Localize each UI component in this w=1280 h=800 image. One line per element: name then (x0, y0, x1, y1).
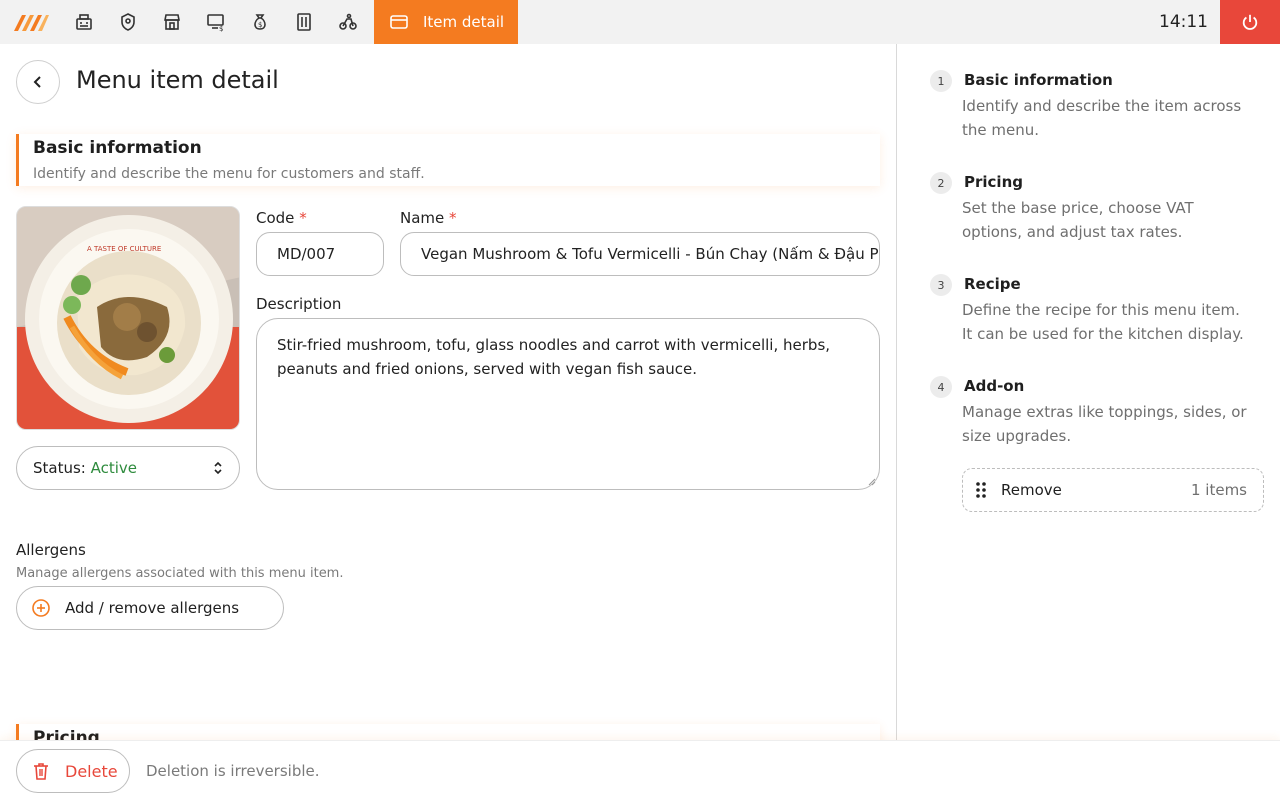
store-icon[interactable] (150, 0, 194, 44)
window-icon (390, 15, 408, 29)
section-title: Basic information (33, 138, 202, 158)
register-icon[interactable] (62, 0, 106, 44)
status-value: Active (90, 459, 138, 477)
section-title: Pricing (33, 728, 100, 740)
status-label: Status: (33, 459, 86, 477)
main-pane: Menu item detail Basic information Ident… (0, 44, 896, 740)
bowl-print: A TASTE OF CULTURE (87, 245, 161, 253)
name-value: Vegan Mushroom & Tofu Vermicelli - Bún C… (421, 245, 880, 263)
trash-icon (34, 763, 48, 780)
back-button[interactable] (16, 60, 60, 104)
tab-item-detail-label: Item detail (423, 13, 505, 31)
addon-chip-count: 1 items (1190, 481, 1247, 499)
delivery-icon[interactable] (326, 0, 370, 44)
addon-chip-label: Remove (1001, 481, 1062, 499)
addon-group-chip[interactable]: Remove 1 items (962, 468, 1264, 512)
step-title: Add-on (964, 377, 1025, 395)
svg-text:$: $ (219, 25, 223, 32)
step-description: Define the recipe for this menu item. It… (962, 301, 1244, 343)
terminal-icon[interactable]: $ (194, 0, 238, 44)
chevron-left-icon (33, 76, 41, 88)
description-label: Description (256, 295, 342, 313)
resize-handle-icon[interactable] (868, 478, 876, 486)
name-label-text: Name (400, 209, 445, 227)
badge-icon[interactable] (106, 0, 150, 44)
code-value: MD/007 (277, 245, 336, 263)
logo-icon (14, 15, 49, 31)
name-label: Name * (400, 209, 457, 227)
description-field[interactable]: Stir-fried mushroom, tofu, glass noodles… (256, 318, 880, 490)
step-number: 2 (930, 172, 952, 194)
step-description: Manage extras like toppings, sides, or s… (962, 403, 1247, 445)
description-value: Stir-fried mushroom, tofu, glass noodles… (277, 336, 831, 378)
power-icon (1242, 14, 1258, 30)
plus-circle-icon (32, 599, 50, 617)
section-basic-info-header: Basic information Identify and describe … (16, 134, 880, 186)
step-description: Identify and describe the item across th… (962, 97, 1242, 139)
sort-arrows-icon (214, 461, 222, 475)
clock: 14:11 (1159, 12, 1208, 32)
app-logo[interactable] (0, 0, 62, 44)
delete-button[interactable]: Delete (16, 749, 130, 793)
top-bar: $ $ Item detail 14:11 (0, 0, 1280, 44)
step-title: Recipe (964, 275, 1021, 293)
required-mark: * (449, 209, 457, 227)
svg-text:$: $ (258, 21, 262, 29)
step-title: Pricing (964, 173, 1023, 191)
code-field[interactable]: MD/007 (256, 232, 384, 276)
food-image: A TASTE OF CULTURE (17, 207, 239, 429)
item-photo[interactable]: A TASTE OF CULTURE (16, 206, 240, 430)
status-select[interactable]: Status: Active (16, 446, 240, 490)
page-title: Menu item detail (76, 66, 279, 94)
allergens-subtitle: Manage allergens associated with this me… (16, 566, 344, 581)
drag-handle-icon[interactable] (975, 481, 987, 499)
money-bag-icon[interactable]: $ (238, 0, 282, 44)
allergens-button-label: Add / remove allergens (65, 599, 240, 617)
tab-item-detail[interactable]: Item detail (374, 0, 518, 44)
required-mark: * (299, 209, 307, 227)
add-remove-allergens-button[interactable]: Add / remove allergens (16, 586, 284, 630)
status-text: Status: Active (33, 459, 137, 477)
pane-divider (896, 44, 897, 740)
code-label: Code * (256, 209, 307, 227)
section-pricing-header: Pricing (16, 724, 880, 740)
delete-label: Delete (65, 761, 118, 781)
power-button[interactable] (1220, 0, 1280, 44)
step-number: 1 (930, 70, 952, 92)
footer-bar: Delete Deletion is irreversible. (0, 740, 1280, 800)
step-number: 4 (930, 376, 952, 398)
section-subtitle: Identify and describe the menu for custo… (33, 166, 425, 182)
step-description: Set the base price, choose VAT options, … (962, 199, 1194, 241)
step-title: Basic information (964, 71, 1113, 89)
name-field[interactable]: Vegan Mushroom & Tofu Vermicelli - Bún C… (400, 232, 880, 276)
step-number: 3 (930, 274, 952, 296)
menu-icon[interactable] (282, 0, 326, 44)
allergens-title: Allergens (16, 541, 86, 559)
delete-note: Deletion is irreversible. (146, 762, 320, 780)
code-label-text: Code (256, 209, 295, 227)
